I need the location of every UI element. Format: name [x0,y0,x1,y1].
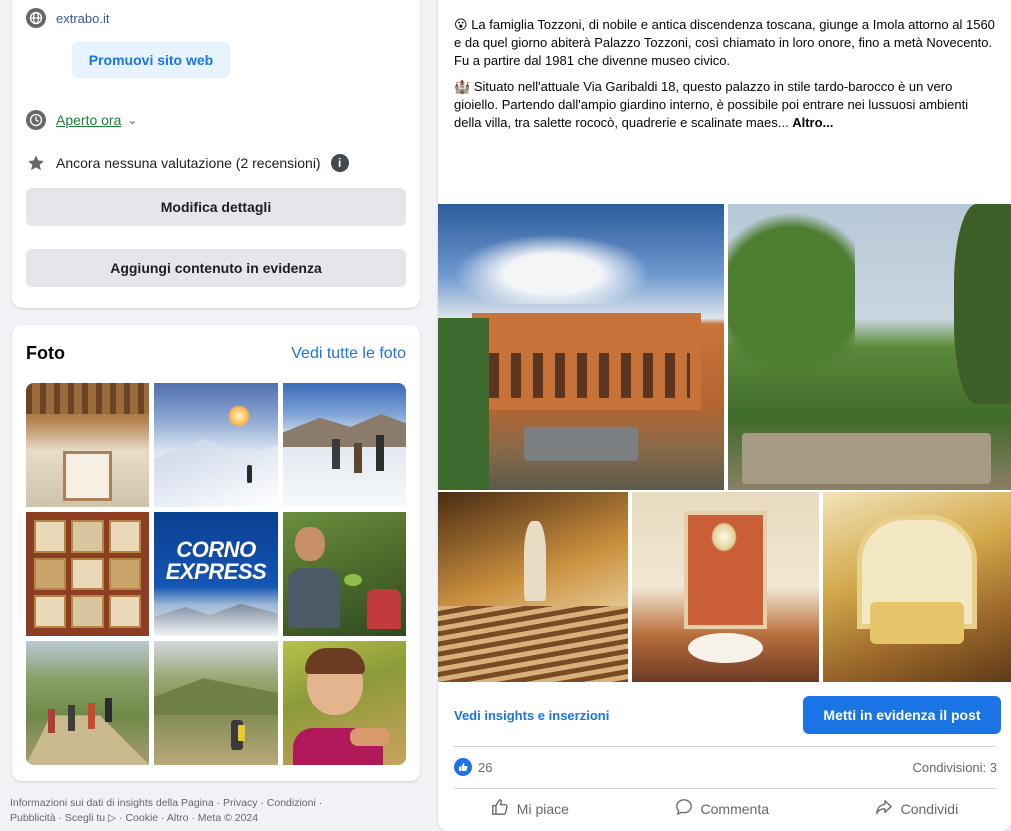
photo-grid: CORNO EXPRESS [26,383,406,765]
post-photo-bedroom[interactable] [823,492,1011,682]
surprised-emoji-icon: 😮 [454,17,468,32]
comment-icon [675,798,693,819]
hours-row: Aperto ora ⌄ [26,110,137,130]
photo-tile-snow-hikers[interactable] [282,383,406,507]
post-photos-row-1 [438,204,1011,490]
add-featured-button[interactable]: Aggiungi contenuto in evidenza [26,249,406,287]
share-button[interactable]: Condividi [875,798,959,819]
photos-title: Foto [26,343,65,363]
shares-count[interactable]: Condivisioni: 3 [912,760,997,775]
post-stats: 26 Condivisioni: 3 [454,758,997,776]
like-badge-icon [454,758,472,776]
share-icon [875,798,893,819]
clock-icon [26,110,46,130]
see-all-photos-link[interactable]: Vedi tutte le foto [291,345,406,363]
post-photos-row-2 [438,492,1011,682]
footer-line-1[interactable]: Informazioni sui dati di insights della … [10,796,420,811]
castle-emoji-icon: 🏰 [454,79,471,94]
reaction-buttons: Mi piace Commenta Condividi [438,798,1011,819]
hours-status-link[interactable]: Aperto ora [56,112,121,128]
website-link[interactable]: extrabo.it [56,11,109,26]
divider [454,746,995,747]
post-photo-staircase[interactable] [438,492,628,682]
photo-tile-man-plant[interactable] [282,512,406,636]
thumbs-up-icon [491,798,509,819]
rating-row: Ancora nessuna valutazione (2 recensioni… [26,154,349,172]
post-photo-garden[interactable] [728,204,1011,490]
rating-text: Ancora nessuna valutazione (2 recensioni… [56,155,321,171]
left-column: extrabo.it Promuovi sito web Aperto ora … [0,0,430,831]
photo-tile-corno-express[interactable]: CORNO EXPRESS [154,512,278,636]
page-footer: Informazioni sui dati di insights della … [10,796,420,826]
edit-details-button[interactable]: Modifica dettagli [26,188,406,226]
page-info-card: extrabo.it Promuovi sito web Aperto ora … [12,0,420,308]
photo-tile-hiker-hills[interactable] [154,641,278,765]
photo-tile-hikers-trail[interactable] [26,641,150,765]
photo-tile-ornate-door[interactable] [26,512,150,636]
like-count: 26 [478,759,493,775]
footer-line-2[interactable]: Pubblicità · Scegli tu ▷ · Cookie · Altr… [10,811,420,826]
photos-card: Foto Vedi tutte le foto CORNO EXPRESS [12,325,420,781]
post-paragraph-2: 🏰 Situato nell'attuale Via Garibaldi 18,… [454,78,999,132]
corno-text: CORNO [176,537,256,563]
post-paragraph-1: 😮 La famiglia Tozzoni, di nobile e antic… [454,16,999,70]
insights-link[interactable]: Vedi insights e inserzioni [454,708,609,723]
info-icon[interactable]: i [330,154,349,172]
express-text: EXPRESS [165,559,267,585]
like-count-group[interactable]: 26 [454,758,492,776]
promote-website-button[interactable]: Promuovi sito web [72,42,230,78]
post-paragraph-2-text: Situato nell'attuale Via Garibaldi 18, q… [454,79,969,130]
post-body: 😮 La famiglia Tozzoni, di nobile e antic… [454,16,999,140]
comment-label: Commenta [700,800,769,817]
chevron-down-icon[interactable]: ⌄ [127,113,137,127]
boost-post-button[interactable]: Metti in evidenza il post [803,696,1001,734]
divider [454,788,995,789]
photo-tile-snow-sunset[interactable] [154,383,278,507]
post-photo-courtyard[interactable] [438,204,724,490]
photos-header: Foto Vedi tutte le foto [26,343,406,364]
photo-tile-hall[interactable] [26,383,150,507]
globe-icon [26,8,46,28]
post-paragraph-1-text: La famiglia Tozzoni, di nobile e antica … [454,17,995,68]
see-more-link[interactable]: Altro... [792,115,833,130]
photo-tile-child[interactable] [282,641,406,765]
website-row: extrabo.it [26,8,109,28]
post-card: 😮 La famiglia Tozzoni, di nobile e antic… [438,0,1011,831]
post-action-bar: Vedi insights e inserzioni Metti in evid… [438,690,1011,746]
comment-button[interactable]: Commenta [675,798,769,819]
share-label: Condividi [900,800,959,817]
post-photo-dining-room[interactable] [632,492,819,682]
page: extrabo.it Promuovi sito web Aperto ora … [0,0,1011,831]
like-button[interactable]: Mi piace [491,798,569,819]
like-label: Mi piace [516,800,569,817]
star-icon [26,154,46,172]
